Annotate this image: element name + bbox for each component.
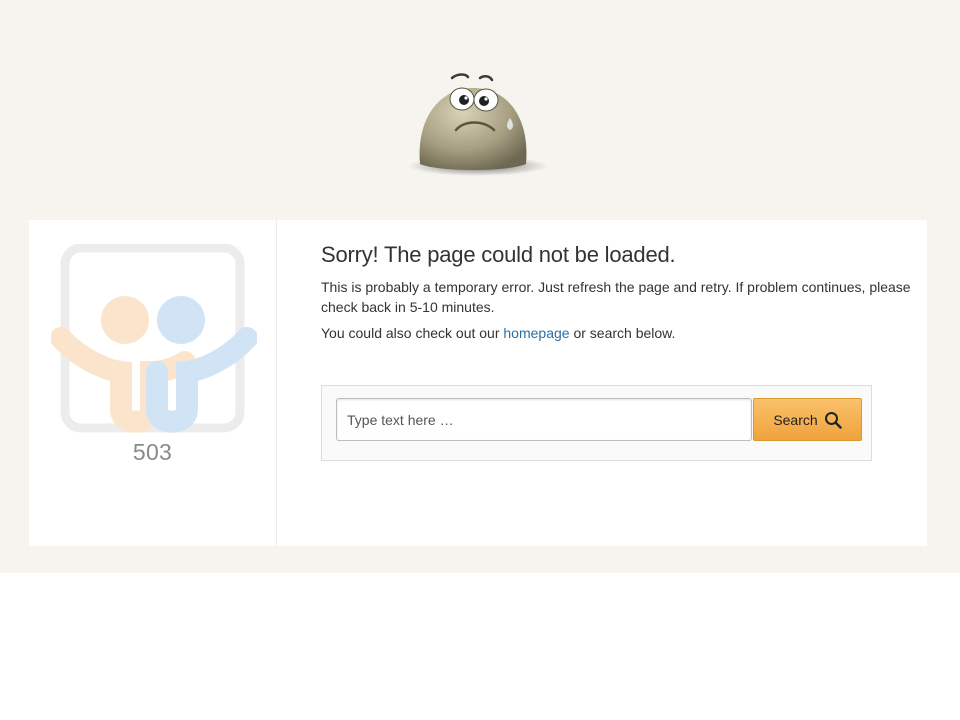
search-input[interactable] bbox=[336, 398, 752, 441]
search-button[interactable]: Search bbox=[753, 398, 862, 441]
sad-face-mascot-icon bbox=[408, 73, 548, 176]
magnifier-icon bbox=[824, 411, 842, 429]
error-title: Sorry! The page could not be loaded. bbox=[321, 242, 676, 267]
error-code: 503 bbox=[132, 439, 173, 465]
suggestion-prefix: You could also check out our bbox=[321, 325, 504, 341]
error-code-panel: 503 bbox=[29, 220, 277, 546]
homepage-link[interactable]: homepage bbox=[503, 325, 569, 341]
suggestion-suffix: or search below. bbox=[569, 325, 676, 341]
error-description: This is probably a temporary error. Just… bbox=[321, 279, 911, 315]
slideshare-logo-icon bbox=[51, 244, 257, 433]
search-button-label: Search bbox=[773, 411, 818, 428]
error-message-panel: Sorry! The page could not be loaded. Thi… bbox=[321, 220, 911, 546]
homepage-suggestion: You could also check out our homepage or… bbox=[321, 323, 675, 343]
error-card: 503 Sorry! The page could not be loaded.… bbox=[29, 220, 927, 546]
search-form: Search bbox=[321, 385, 872, 461]
